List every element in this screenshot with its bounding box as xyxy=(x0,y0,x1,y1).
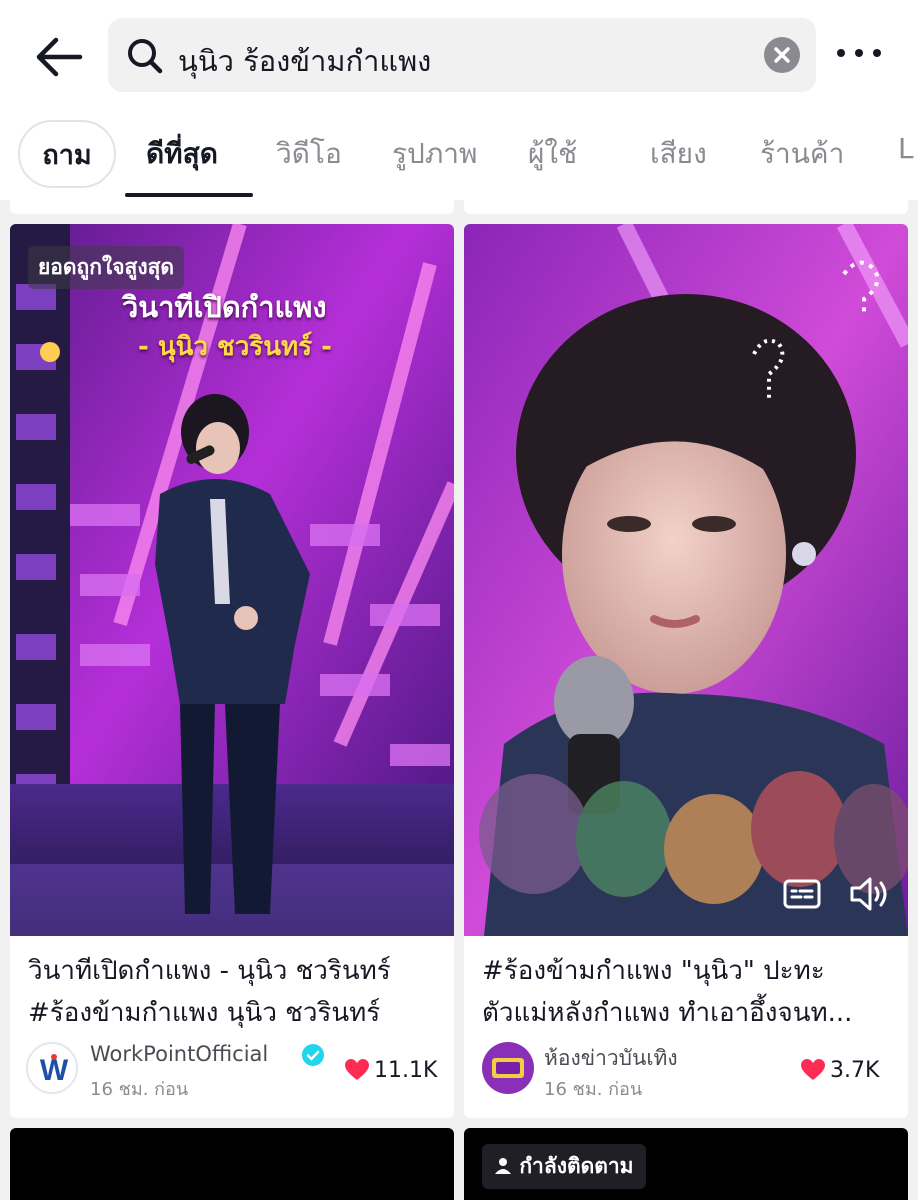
video-thumbnail[interactable] xyxy=(464,224,908,936)
person-icon xyxy=(495,1158,511,1174)
tab-ask[interactable]: ถาม xyxy=(18,120,116,188)
tab-shop[interactable]: ร้านค้า xyxy=(760,132,844,176)
clear-search-icon[interactable] xyxy=(764,37,800,73)
post-time: 16 ชม. ก่อน xyxy=(90,1079,189,1100)
tab-sounds[interactable]: เสียง xyxy=(650,132,707,176)
video-caption[interactable]: วินาทีเปิดกำแพง - นุนิว ชวรินทร์ #ร้องข้… xyxy=(28,950,444,1034)
following-badge: กำลังติดตาม xyxy=(482,1144,646,1189)
active-tab-indicator xyxy=(125,193,253,197)
author-name[interactable]: ห้องข่าวบันเทิง xyxy=(544,1042,678,1075)
tab-videos[interactable]: วิดีโอ xyxy=(276,132,342,176)
post-time: 16 ชม. ก่อน xyxy=(544,1079,643,1100)
back-arrow-icon[interactable] xyxy=(30,30,90,84)
result-tabs: ถาม ดีที่สุด วิดีโอ รูปภาพ ผู้ใช้ เสียง … xyxy=(0,112,918,200)
like-count: 3.7K xyxy=(830,1058,880,1083)
avatar[interactable]: W xyxy=(26,1042,78,1094)
video-overlay-subtitle: - นุนิว ชวรินทร์ - xyxy=(138,332,332,362)
video-card[interactable]: ยอดถูกใจสูงสุด วินาทีเปิดกำแพง - นุนิว ช… xyxy=(10,224,454,1118)
tab-photos[interactable]: รูปภาพ xyxy=(392,132,477,176)
like-count: 11.1K xyxy=(374,1058,438,1083)
avatar[interactable] xyxy=(482,1042,534,1094)
tab-live[interactable]: L xyxy=(898,132,914,165)
more-options-icon[interactable] xyxy=(834,36,884,72)
video-card[interactable] xyxy=(10,1128,454,1200)
tab-top[interactable]: ดีที่สุด xyxy=(146,132,218,176)
video-caption[interactable]: #ร้องข้ามกำแพง "นุนิว" ปะทะ ตัวแม่หลังกำ… xyxy=(482,950,898,1034)
volume-icon[interactable] xyxy=(848,874,892,914)
caption-line: #ร้องข้ามกำแพง "นุนิว" ปะทะ xyxy=(482,956,825,986)
caption-line: #ร้องข้ามกำแพง นุนิว ชวรินทร์ xyxy=(28,998,381,1028)
heart-icon xyxy=(800,1058,826,1082)
heart-icon xyxy=(344,1058,370,1082)
following-label: กำลังติดตาม xyxy=(519,1154,634,1178)
previous-card-edge xyxy=(10,200,454,214)
video-card[interactable]: #ร้องข้ามกำแพง "นุนิว" ปะทะ ตัวแม่หลังกำ… xyxy=(464,224,908,1118)
video-card[interactable]: กำลังติดตาม xyxy=(464,1128,908,1200)
caption-line: วินาทีเปิดกำแพง - นุนิว ชวรินทร์ xyxy=(28,956,391,986)
video-overlay-title: วินาทีเปิดกำแพง xyxy=(122,290,327,324)
previous-card-edge xyxy=(464,200,908,214)
search-icon xyxy=(122,36,168,76)
tab-users[interactable]: ผู้ใช้ xyxy=(528,132,577,176)
verified-icon xyxy=(302,1044,324,1066)
author-name[interactable]: WorkPointOfficial xyxy=(90,1042,268,1066)
caption-line: ตัวแม่หลังกำแพง ทำเอาอึ้งจนท... xyxy=(482,998,853,1028)
search-bar[interactable]: นุนิว ร้องข้ามกำแพง xyxy=(108,18,816,92)
search-input[interactable]: นุนิว ร้องข้ามกำแพง xyxy=(178,38,431,84)
most-liked-badge: ยอดถูกใจสูงสุด xyxy=(28,246,185,289)
captions-icon[interactable] xyxy=(782,876,822,912)
top-bar: นุนิว ร้องข้ามกำแพง xyxy=(0,0,918,112)
